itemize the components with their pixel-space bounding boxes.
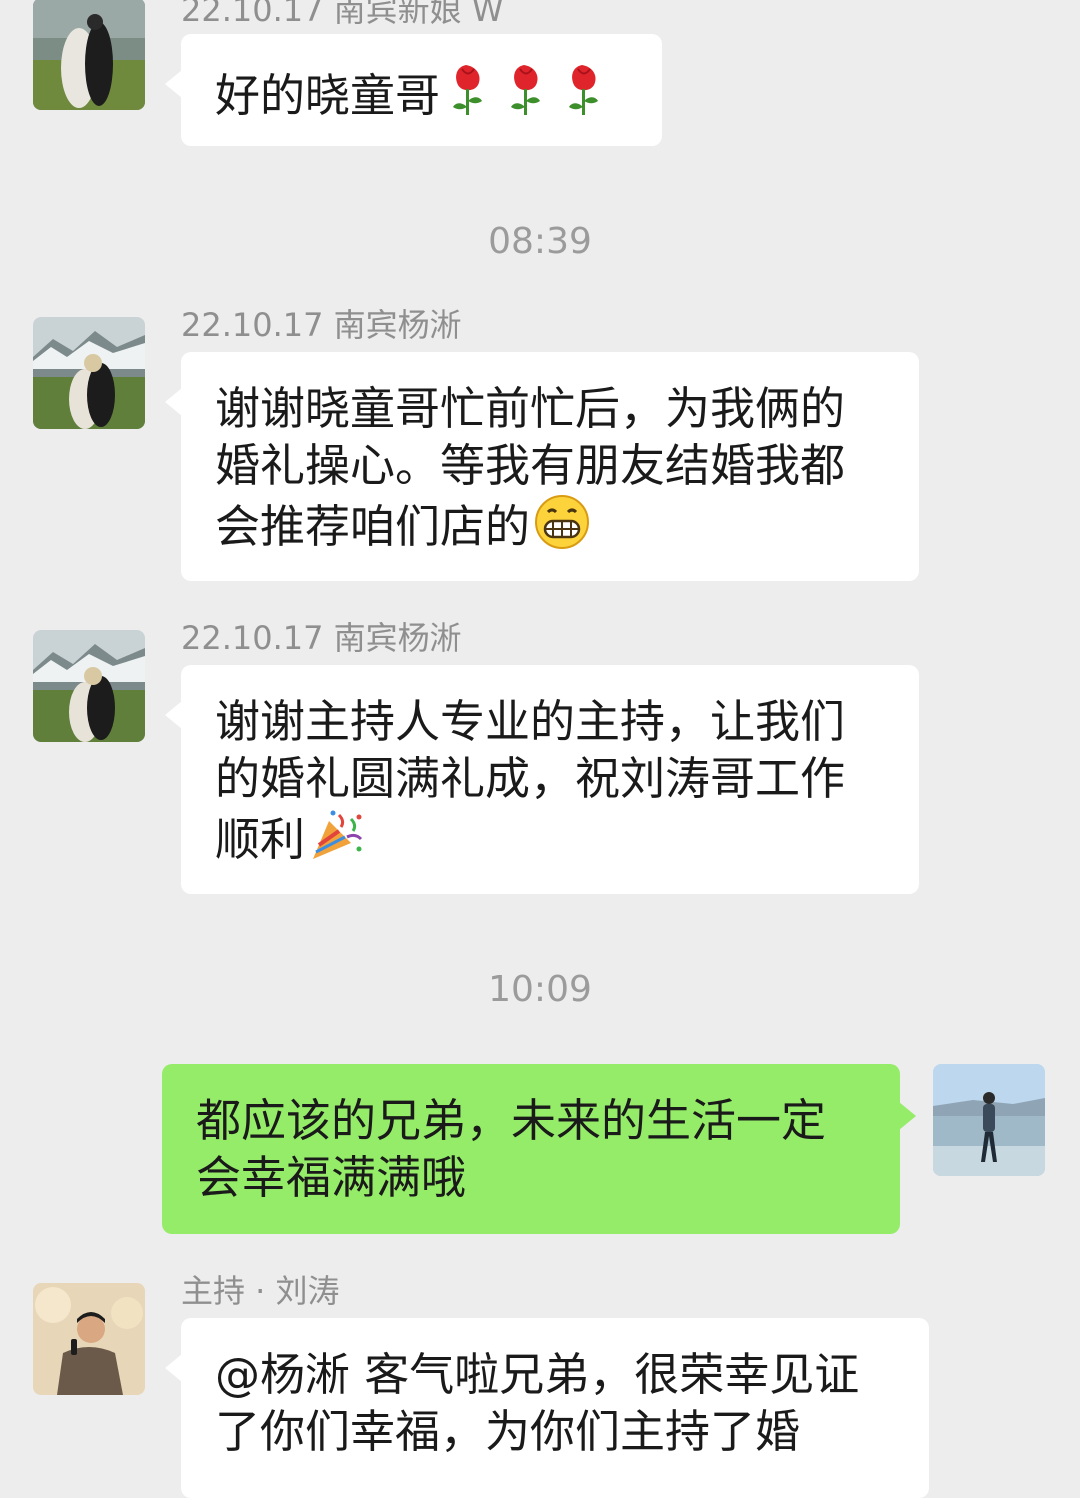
- rose-emoji-icon: [444, 61, 620, 119]
- avatar-landscape-photo-icon: [33, 630, 145, 742]
- avatar-couple-photo-icon: [33, 0, 145, 110]
- message-bubble[interactable]: 谢谢主持人专业的主持，让我们 的婚礼圆满礼成，祝刘涛哥工作 顺利: [165, 665, 919, 894]
- avatar[interactable]: [33, 0, 145, 110]
- message-text-line: @杨淅 客气啦兄弟，很荣幸见证: [215, 1348, 860, 1401]
- sender-name: 22.10.17 南宾杨淅: [181, 619, 462, 657]
- sender-name: 22.10.17 南宾新娘 W: [181, 0, 504, 29]
- message-text: 好的晓童哥: [215, 61, 628, 124]
- message-text-line: 都应该的兄弟，未来的生活一定: [196, 1094, 827, 1147]
- message-text-line: 会推荐咱们店的: [215, 494, 885, 555]
- chat-thread: 22.10.17 南宾新娘 W 好的晓童哥 08:39 22.10.17 南宾杨…: [0, 0, 1080, 1498]
- message-text-line: 婚礼操心。等我有朋友结婚我都: [215, 439, 846, 492]
- party-popper-emoji-icon: [309, 807, 365, 863]
- message-text-line: 会幸福满满哦: [196, 1151, 467, 1204]
- time-divider: 08:39: [488, 221, 592, 262]
- time-divider: 10:09: [488, 969, 592, 1010]
- message-text-line: 谢谢晓童哥忙前忙后，为我俩的: [215, 382, 846, 435]
- message-text-line: 顺利: [215, 807, 885, 868]
- grinning-face-emoji-icon: [534, 494, 590, 550]
- avatar-landscape-photo-icon: [33, 317, 145, 429]
- avatar[interactable]: [33, 317, 145, 429]
- avatar[interactable]: [33, 1283, 145, 1395]
- message-text-line: 的婚礼圆满礼成，祝刘涛哥工作: [215, 752, 846, 805]
- message-text-line: 谢谢主持人专业的主持，让我们: [215, 695, 846, 748]
- message-bubble[interactable]: 好的晓童哥: [165, 34, 662, 146]
- avatar-beach-photo-icon: [933, 1064, 1045, 1176]
- avatar[interactable]: [33, 630, 145, 742]
- message-bubble[interactable]: @杨淅 客气啦兄弟，很荣幸见证 了你们幸福，为你们主持了婚: [165, 1318, 929, 1498]
- sender-name: 主持 · 刘涛: [181, 1272, 340, 1310]
- sender-name: 22.10.17 南宾杨淅: [181, 306, 462, 344]
- avatar-host-photo-icon: [33, 1283, 145, 1395]
- message-text-line: 了你们幸福，为你们主持了婚: [215, 1405, 801, 1458]
- message-bubble[interactable]: 谢谢晓童哥忙前忙后，为我俩的 婚礼操心。等我有朋友结婚我都 会推荐咱们店的: [165, 352, 919, 581]
- avatar-self[interactable]: [933, 1064, 1045, 1176]
- message-bubble-outgoing[interactable]: 都应该的兄弟，未来的生活一定 会幸福满满哦: [162, 1064, 916, 1234]
